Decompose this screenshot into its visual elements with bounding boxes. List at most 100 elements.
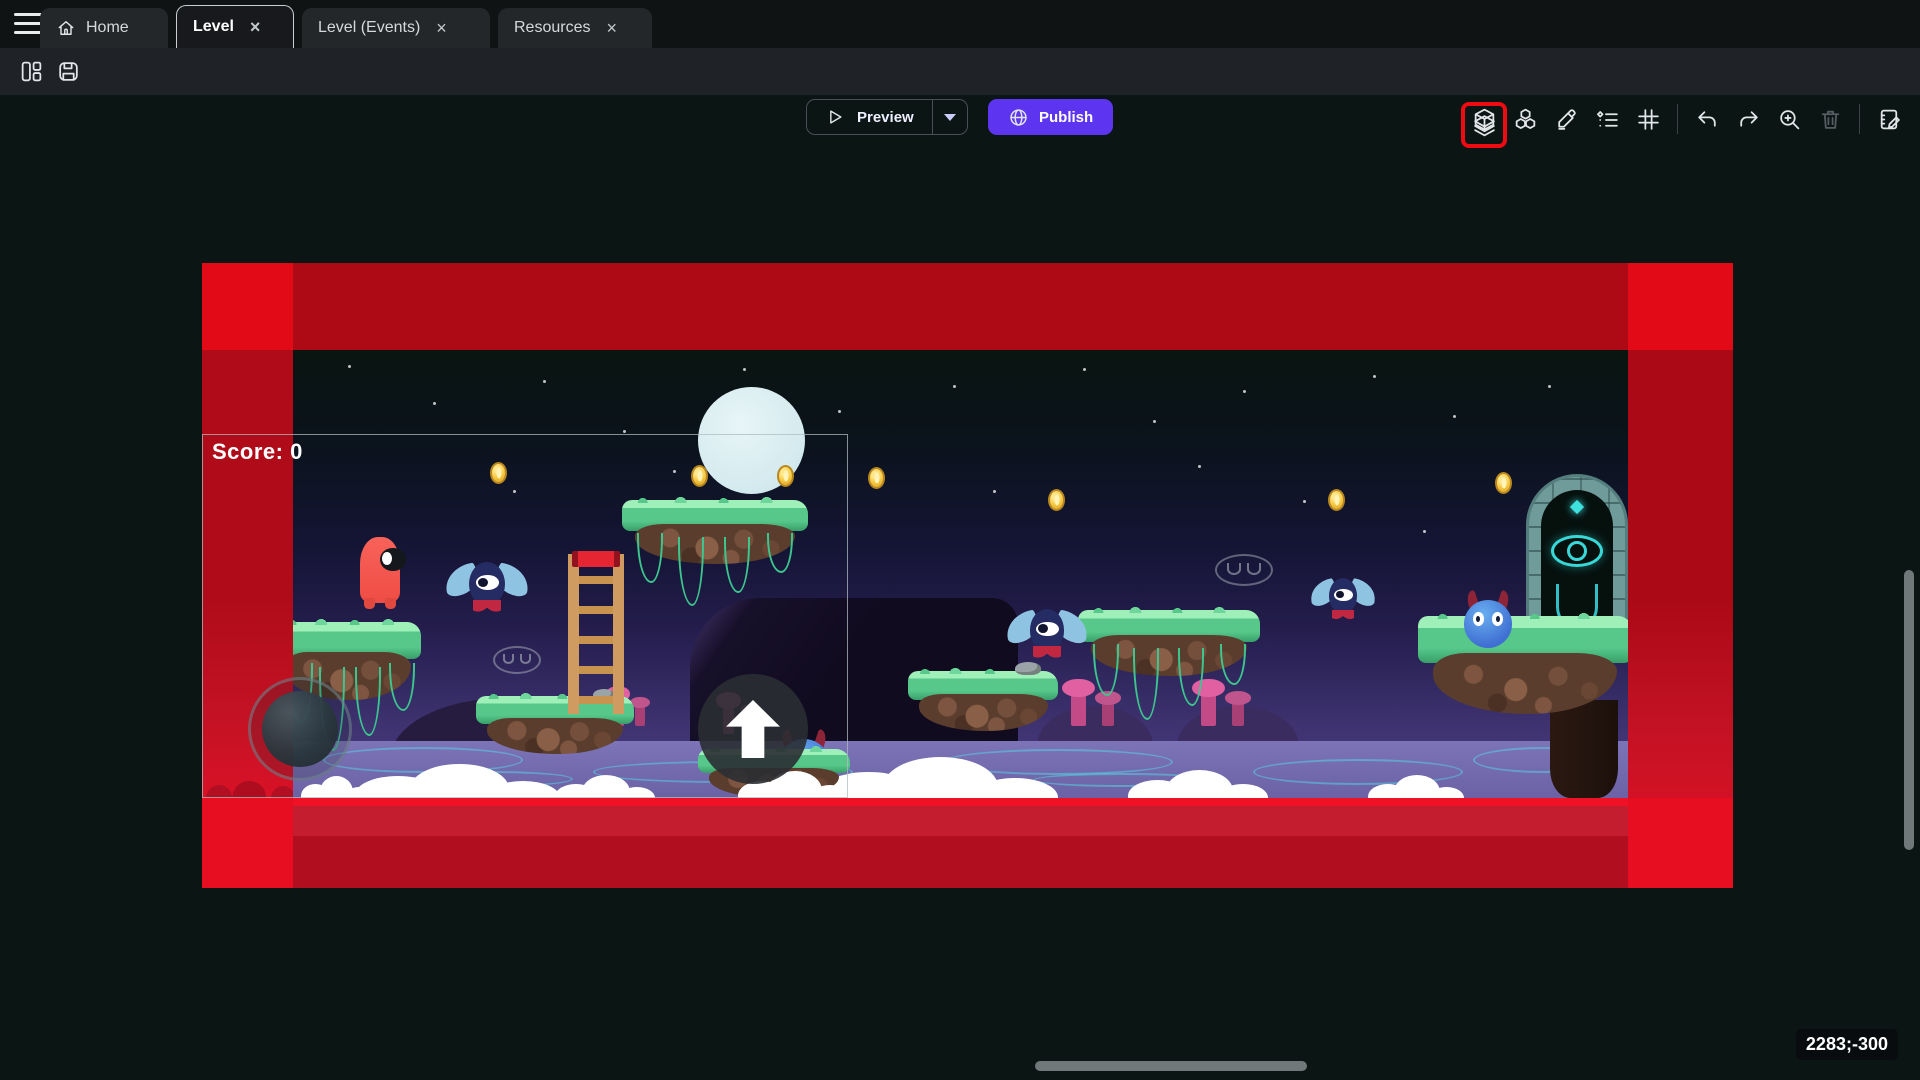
layers-button[interactable] bbox=[1467, 108, 1501, 142]
platform-sprite[interactable] bbox=[908, 671, 1058, 731]
star-dot bbox=[1373, 375, 1376, 378]
redo-button[interactable] bbox=[1731, 102, 1765, 136]
close-icon[interactable]: × bbox=[250, 18, 261, 36]
star-dot bbox=[1083, 368, 1086, 371]
zoom-in-icon bbox=[1777, 107, 1802, 132]
claws bbox=[1033, 646, 1060, 658]
right-icon-strip bbox=[1467, 102, 1906, 136]
edit-properties-button[interactable] bbox=[1872, 102, 1906, 136]
heyeR bbox=[1492, 612, 1503, 625]
preview-label: Preview bbox=[857, 109, 914, 126]
tab-level-events[interactable]: Level (Events) × bbox=[302, 8, 490, 48]
tab-label: Resources bbox=[514, 19, 590, 37]
coin-sprite[interactable] bbox=[1048, 489, 1065, 511]
coin-sprite[interactable] bbox=[868, 467, 885, 489]
rock-sprite[interactable] bbox=[1015, 662, 1041, 675]
up-arrow-icon bbox=[726, 700, 780, 758]
bat-enemy-sprite[interactable] bbox=[1312, 578, 1374, 616]
preview-button-group: Preview bbox=[806, 99, 968, 135]
peye bbox=[1551, 535, 1603, 567]
cloud bbox=[1128, 768, 1268, 798]
divider bbox=[1859, 104, 1860, 134]
mush bbox=[1102, 699, 1115, 726]
star-dot bbox=[993, 490, 996, 493]
close-icon[interactable]: × bbox=[606, 19, 617, 37]
platform-sprite[interactable] bbox=[1078, 610, 1260, 676]
horned-enemy-sprite[interactable] bbox=[1461, 592, 1515, 648]
play-icon bbox=[825, 107, 845, 127]
grid-button[interactable] bbox=[1631, 102, 1665, 136]
save-button[interactable] bbox=[51, 54, 85, 88]
object-groups-button[interactable] bbox=[1508, 102, 1542, 136]
bat-enemy-sprite[interactable] bbox=[1009, 609, 1085, 654]
main-toolbar: Preview Publish bbox=[0, 48, 1920, 95]
star-dot bbox=[1198, 465, 1201, 468]
cloud bbox=[1368, 774, 1464, 798]
home-icon bbox=[56, 18, 76, 38]
coin-sprite[interactable] bbox=[1328, 489, 1345, 511]
star-dot bbox=[348, 365, 351, 368]
puff bbox=[1429, 787, 1464, 798]
mush bbox=[1232, 699, 1245, 726]
divider bbox=[1677, 104, 1678, 134]
edit-button[interactable] bbox=[1549, 102, 1583, 136]
tab-home[interactable]: Home bbox=[40, 8, 168, 48]
tab-label: Home bbox=[86, 19, 129, 37]
vertical-scrollbar[interactable] bbox=[1904, 570, 1914, 850]
wall-corner bbox=[202, 798, 293, 888]
platform-sprite[interactable] bbox=[1418, 616, 1628, 714]
tab-level[interactable]: Level × bbox=[176, 5, 294, 48]
scene-editor-canvas[interactable]: Score: 0 2283;-300 bbox=[0, 95, 1920, 1080]
wall-bottom-sprite[interactable] bbox=[202, 798, 1733, 888]
wall-corner bbox=[1628, 263, 1733, 350]
redo-icon bbox=[1736, 107, 1761, 132]
trash-icon bbox=[1818, 107, 1843, 132]
cursor-coordinates-badge: 2283;-300 bbox=[1796, 1029, 1898, 1060]
horizontal-scrollbar[interactable] bbox=[1035, 1061, 1307, 1071]
delete-button[interactable] bbox=[1813, 102, 1847, 136]
tree-trunk[interactable] bbox=[1550, 700, 1618, 798]
tab-resources[interactable]: Resources × bbox=[498, 8, 652, 48]
hamburger-menu-icon[interactable] bbox=[14, 13, 42, 34]
dirt bbox=[1433, 653, 1617, 714]
star-dot bbox=[543, 380, 546, 383]
close-icon[interactable]: × bbox=[436, 19, 447, 37]
claws bbox=[1332, 610, 1354, 620]
star-dot bbox=[1548, 385, 1551, 388]
score-hud-text[interactable]: Score: 0 bbox=[212, 439, 303, 465]
panels-layout-button[interactable] bbox=[14, 54, 48, 88]
gr bbox=[1247, 563, 1261, 575]
zoom-in-button[interactable] bbox=[1772, 102, 1806, 136]
coin-sprite[interactable] bbox=[1495, 472, 1512, 494]
mush bbox=[1071, 689, 1086, 726]
star-dot bbox=[1243, 390, 1246, 393]
star-dot bbox=[953, 385, 956, 388]
star-dot bbox=[1303, 500, 1306, 503]
tab-label: Level (Events) bbox=[318, 19, 420, 37]
star-dot bbox=[433, 402, 436, 405]
jump-button-sprite[interactable] bbox=[698, 674, 808, 784]
publish-button[interactable]: Publish bbox=[988, 99, 1113, 135]
dirt bbox=[919, 694, 1048, 731]
ghost-eyes-decor[interactable] bbox=[1215, 554, 1273, 586]
publish-label: Publish bbox=[1039, 109, 1093, 126]
undo-button[interactable] bbox=[1690, 102, 1724, 136]
instances-list-button[interactable] bbox=[1590, 102, 1624, 136]
bateye bbox=[1036, 622, 1059, 636]
preview-button[interactable]: Preview bbox=[807, 100, 932, 134]
object-groups-icon bbox=[1513, 107, 1538, 132]
mush bbox=[1201, 689, 1216, 726]
instances-list-icon bbox=[1595, 107, 1620, 132]
mushrooms-sprite[interactable] bbox=[1061, 676, 1131, 726]
preview-dropdown-button[interactable] bbox=[933, 100, 967, 134]
wall-corner bbox=[1628, 798, 1733, 888]
wall-top-sprite[interactable] bbox=[202, 263, 1733, 350]
cloud bbox=[818, 755, 1058, 798]
save-icon bbox=[56, 59, 81, 84]
level-canvas[interactable]: Score: 0 bbox=[202, 263, 1733, 888]
star-dot bbox=[1153, 420, 1156, 423]
layers-icon bbox=[1472, 113, 1497, 138]
tab-bar: Home Level × Level (Events) × Resources … bbox=[0, 0, 1920, 48]
wall-corner bbox=[202, 263, 293, 350]
joystick-control-sprite[interactable] bbox=[248, 677, 352, 781]
